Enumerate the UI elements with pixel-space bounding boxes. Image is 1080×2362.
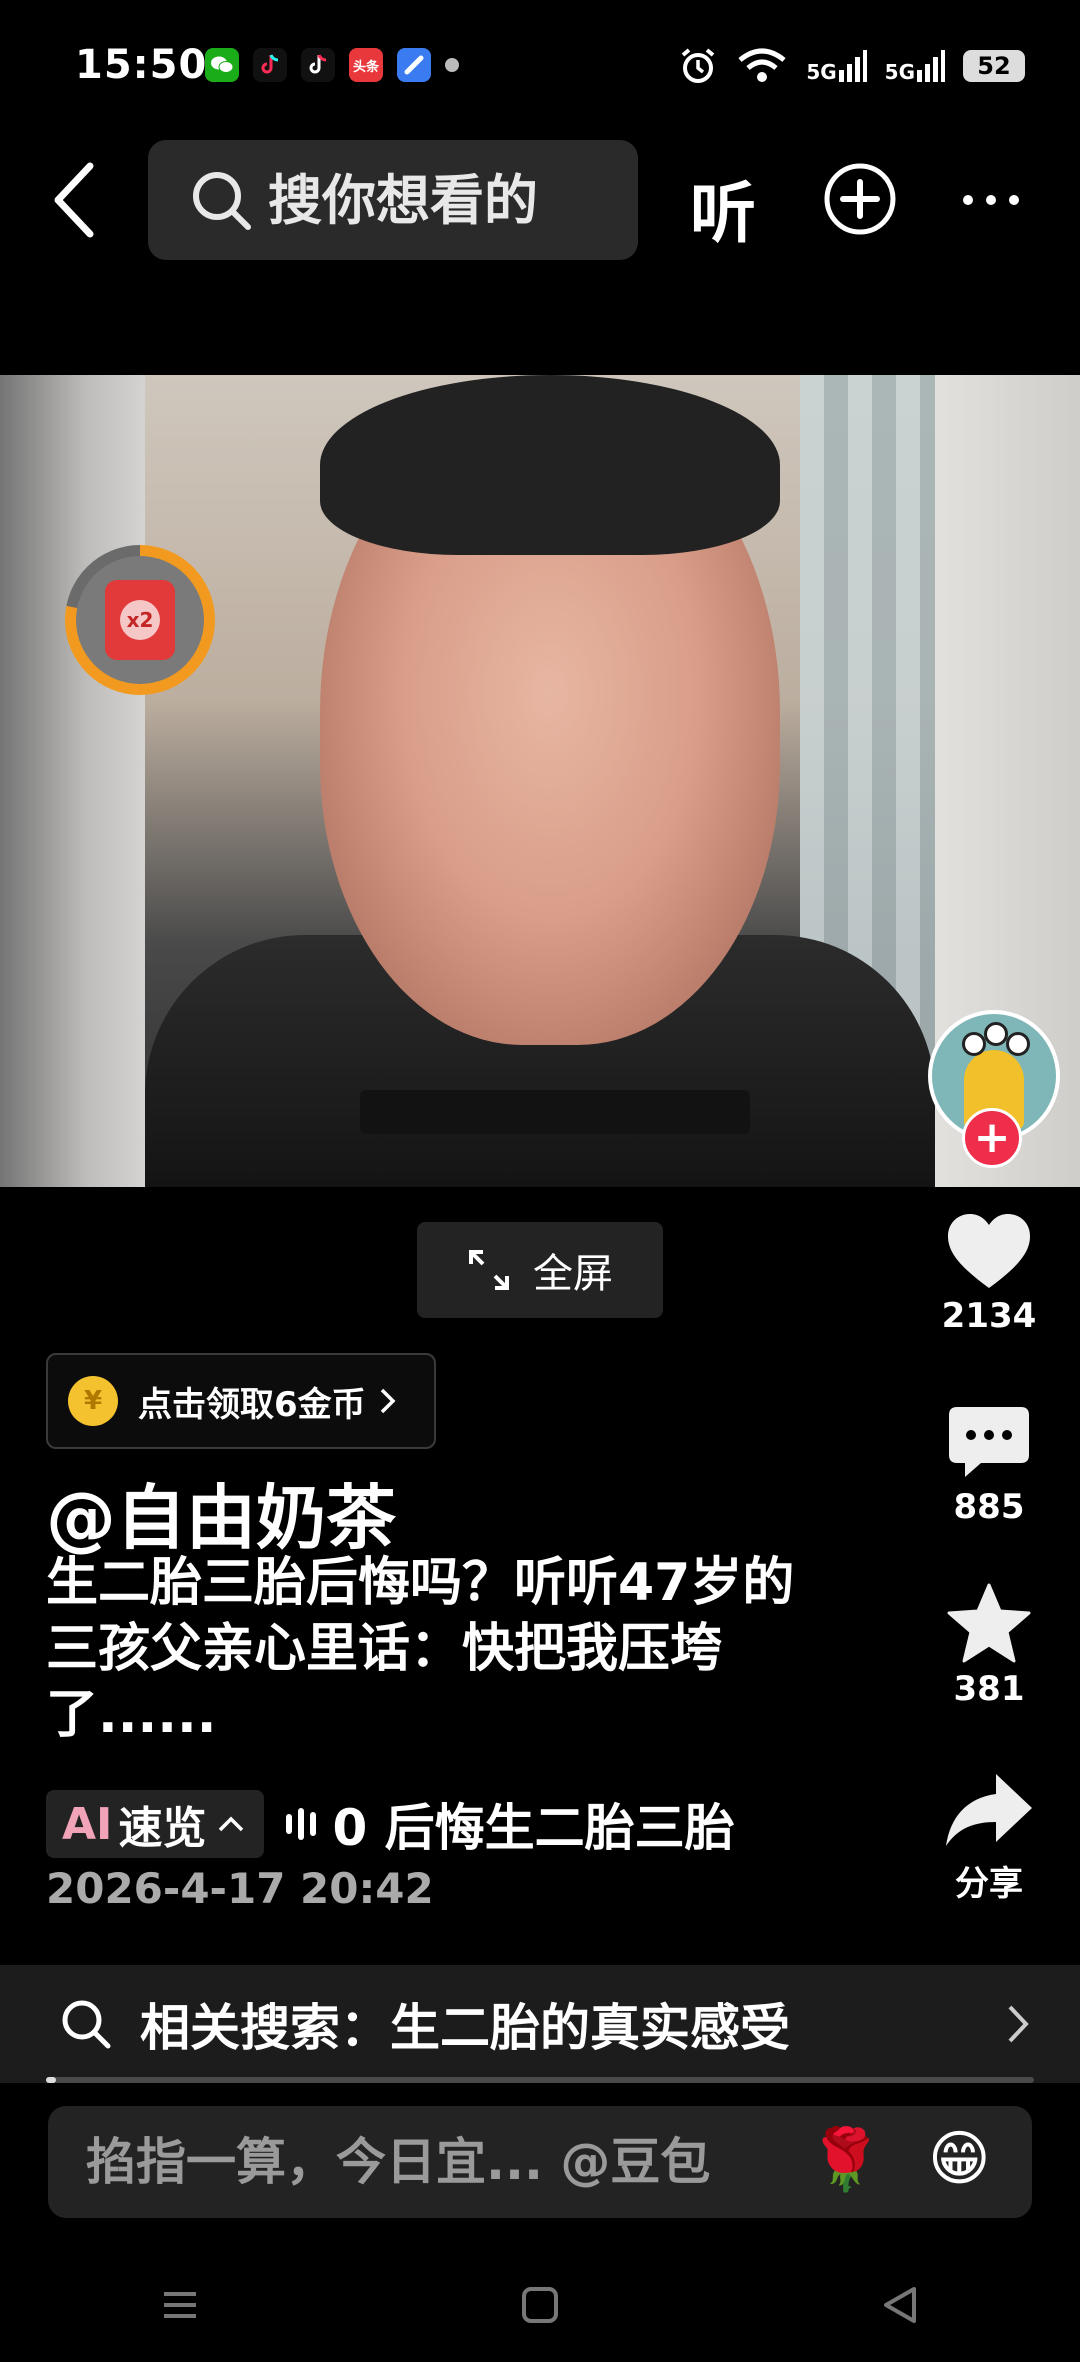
- favorite-button[interactable]: 381: [914, 1583, 1064, 1709]
- signal-1: 5G: [806, 50, 867, 82]
- red-packet-icon: x2: [105, 580, 175, 660]
- more-dots-icon: [963, 195, 1019, 205]
- star-icon: [947, 1583, 1031, 1663]
- plus-circle-icon: [824, 163, 896, 235]
- home-icon[interactable]: [520, 2285, 560, 2325]
- video-left-shade: [0, 375, 145, 1187]
- ai-summary-label: 速览: [118, 1803, 207, 1854]
- alarm-icon: [682, 48, 715, 83]
- ai-summary-topic[interactable]: 0 后悔生二胎三胎: [286, 1788, 735, 1860]
- ai-summary-button[interactable]: AI 速览: [46, 1790, 265, 1858]
- comment-icon: [949, 1407, 1029, 1477]
- back-button[interactable]: [50, 160, 100, 240]
- rose-emoji-button[interactable]: 🌹: [808, 2124, 883, 2195]
- reward-multiplier: x2: [120, 600, 160, 640]
- share-label: 分享: [955, 1864, 1023, 1904]
- search-input[interactable]: [266, 167, 610, 233]
- battery-indicator: 52: [963, 50, 1025, 82]
- chevron-left-icon: [54, 162, 94, 238]
- follow-button[interactable]: +: [962, 1108, 1022, 1168]
- post-timestamp: 2026-4-17 20:42: [46, 1864, 434, 1913]
- blue-app-icon: [397, 48, 431, 82]
- comment-count: 885: [953, 1487, 1025, 1527]
- related-search-bar[interactable]: 相关搜索：生二胎的真实感受: [0, 1965, 1080, 2083]
- back-triangle-icon[interactable]: [880, 2285, 920, 2325]
- coin-banner-text: 点击领取6金币: [138, 1384, 366, 1425]
- signal-bars-icon: [838, 50, 867, 82]
- chevron-up-icon: [219, 1816, 244, 1832]
- comment-input-bar[interactable]: 🌹 😁: [48, 2106, 1032, 2218]
- more-button[interactable]: [960, 180, 1022, 220]
- video-subtitle-bar: [360, 1090, 750, 1134]
- related-search-text: 相关搜索：生二胎的真实感受: [140, 1999, 790, 2057]
- coin-icon: ¥: [68, 1376, 118, 1426]
- like-count: 2134: [941, 1296, 1037, 1336]
- video-person-hair: [320, 375, 780, 555]
- author-username[interactable]: @自由奶茶: [46, 1462, 396, 1563]
- system-navigation-bar: [0, 2250, 1080, 2360]
- toutiao-icon: 头条: [349, 48, 383, 82]
- more-notifications-dot: [445, 58, 459, 72]
- add-button[interactable]: [823, 162, 897, 236]
- status-right: 5G 5G 52: [678, 46, 1025, 86]
- expand-icon: [469, 1250, 509, 1290]
- search-bar[interactable]: [148, 140, 638, 260]
- share-icon: [946, 1774, 1032, 1846]
- chevron-right-icon: [380, 1388, 396, 1414]
- signal-bars-icon: [917, 50, 945, 82]
- comment-button[interactable]: 885: [914, 1405, 1064, 1527]
- playback-progress-bar[interactable]: [46, 2077, 1034, 2083]
- heart-icon: [948, 1214, 1030, 1288]
- video-player[interactable]: [0, 375, 1080, 1187]
- reward-timer[interactable]: x2: [65, 545, 215, 695]
- fullscreen-button[interactable]: 全屏: [417, 1222, 663, 1318]
- video-caption[interactable]: 生二胎三胎后悔吗？听听47岁的三孩父亲心里话：快把我压垮了......: [46, 1550, 846, 1748]
- douyin-lite-icon: [253, 48, 287, 82]
- listen-button[interactable]: 听: [690, 160, 756, 256]
- notification-icons: 头条: [205, 48, 459, 82]
- signal-2: 5G: [885, 50, 945, 82]
- ai-summary-row: AI 速览 0 后悔生二胎三胎: [46, 1788, 735, 1860]
- comment-input[interactable]: [84, 2132, 788, 2192]
- coin-reward-banner[interactable]: ¥ 点击领取6金币: [46, 1353, 436, 1449]
- audio-wave-icon: [286, 1808, 317, 1840]
- search-icon: [62, 2000, 111, 2049]
- search-icon: [193, 172, 251, 230]
- wechat-icon: [205, 48, 239, 82]
- tiktok-icon: [301, 48, 335, 82]
- wifi-icon: [738, 48, 786, 82]
- playback-progress-fill: [46, 2077, 56, 2083]
- ai-badge: AI: [62, 1798, 113, 1850]
- fullscreen-label: 全屏: [533, 1251, 613, 1297]
- like-button[interactable]: 2134: [914, 1212, 1064, 1336]
- favorite-count: 381: [953, 1669, 1025, 1709]
- status-time: 15:50: [75, 42, 208, 88]
- grin-emoji-button[interactable]: 😁: [928, 2124, 991, 2194]
- chevron-right-icon: [1008, 2005, 1029, 2043]
- share-button[interactable]: 分享: [914, 1770, 1064, 1905]
- menu-icon[interactable]: [160, 2285, 200, 2325]
